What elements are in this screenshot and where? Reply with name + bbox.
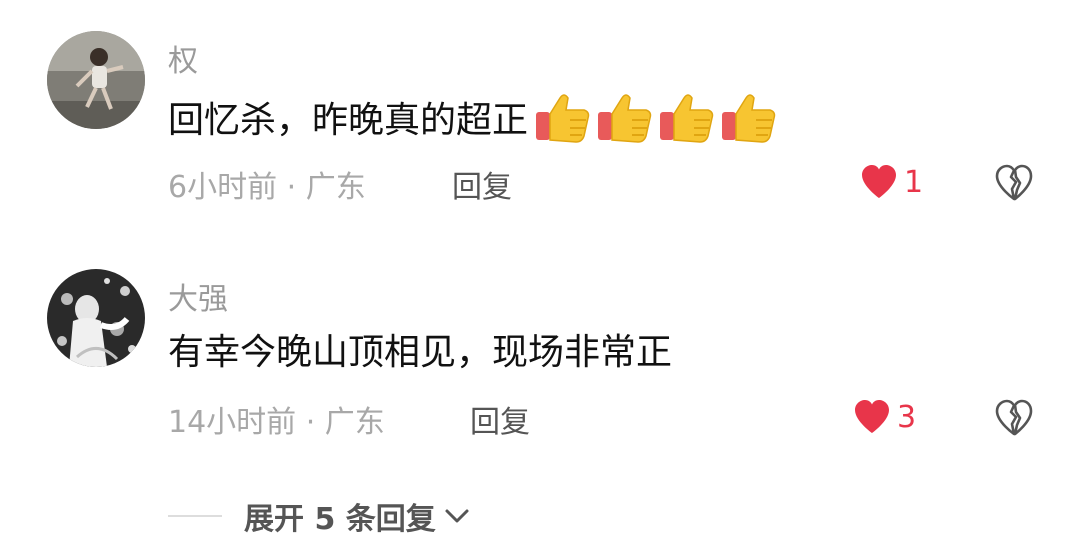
avatar[interactable] <box>47 31 145 129</box>
username[interactable]: 权 <box>168 36 198 80</box>
comment-meta: 6小时前 · 广东 <box>168 170 366 205</box>
comment-text: 有幸今晚山顶相见，现场非常正 <box>168 322 672 376</box>
reply-button[interactable]: 回复 <box>470 397 530 441</box>
comment-meta: 14小时前 · 广东 <box>168 405 385 440</box>
expand-replies-label: 展开 5 条回复 <box>244 502 436 537</box>
like-count: 1 <box>904 164 924 200</box>
heart-icon <box>855 400 889 433</box>
avatar-photo <box>47 31 145 129</box>
chevron-down-icon <box>445 509 469 523</box>
thumbs-up-icon <box>722 94 776 143</box>
thumbs-up-icon <box>660 94 714 143</box>
comment-text: 回忆杀，昨晚真的超正 <box>168 90 782 144</box>
like-button[interactable]: 1 <box>860 164 923 200</box>
username[interactable]: 大强 <box>168 274 228 318</box>
thumbs-up-icon <box>536 94 590 143</box>
comment-body: 有幸今晚山顶相见，现场非常正 <box>168 332 673 373</box>
broken-heart-icon[interactable] <box>994 164 1034 202</box>
like-count: 3 <box>897 399 917 435</box>
expand-replies-row: 展开 5 条回复 <box>168 494 470 538</box>
avatar-photo <box>47 269 145 367</box>
broken-heart-icon[interactable] <box>994 399 1034 437</box>
reply-button[interactable]: 回复 <box>452 162 512 206</box>
avatar[interactable] <box>47 269 145 367</box>
like-button[interactable]: 3 <box>853 399 916 435</box>
heart-icon <box>862 165 896 198</box>
divider <box>168 515 222 517</box>
expand-replies-button[interactable]: 展开 5 条回复 <box>244 494 470 538</box>
emoji-group <box>534 90 782 144</box>
comment-body: 回忆杀，昨晚真的超正 <box>168 100 529 141</box>
thumbs-up-icon <box>598 94 652 143</box>
